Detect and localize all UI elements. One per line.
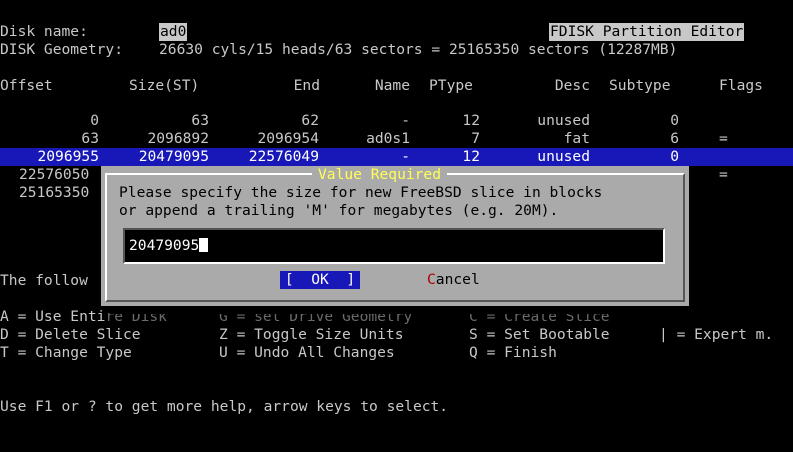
cmd-finish: Q = Finish xyxy=(469,344,557,361)
fdisk-screen: Disk name: ad0 FDISK Partition Editor DI… xyxy=(0,0,793,437)
table-header: Offset Size(ST) End Name PType Desc Subt… xyxy=(0,77,793,95)
cmd-delete-slice: D = Delete Slice xyxy=(0,326,141,343)
cell-size: 20479095 xyxy=(138,148,209,165)
cell-offset: 25165350 xyxy=(19,184,90,201)
help-text: Use F1 or ? to get more help, arrow keys… xyxy=(0,398,449,415)
cell-name: - xyxy=(401,148,410,165)
cmd-set-bootable: S = Set Bootable xyxy=(469,326,610,343)
follow-text: The follow xyxy=(0,272,88,289)
header-row-1: Disk name: ad0 FDISK Partition Editor xyxy=(0,23,793,41)
help-row: Use F1 or ? to get more help, arrow keys… xyxy=(0,398,793,416)
value-required-dialog: Value Required Please specify the size f… xyxy=(101,166,689,306)
cell-end: 2096954 xyxy=(257,130,319,147)
cell-ptype: 12 xyxy=(462,112,480,129)
command-row-3: T = Change Type U = Undo All Changes Q =… xyxy=(0,344,793,362)
cell-end: 22576049 xyxy=(248,148,319,165)
cell-subtype: 0 xyxy=(670,148,679,165)
cmd-expert-mode: | = Expert m. xyxy=(659,326,774,343)
col-ptype: PType xyxy=(429,77,473,94)
cancel-button[interactable]: Cancel xyxy=(427,271,480,289)
cell-desc: unused xyxy=(537,112,590,129)
cell-flags: = xyxy=(719,166,728,183)
cell-desc: fat xyxy=(563,130,590,147)
col-size: Size(ST) xyxy=(129,77,200,94)
disk-name-value: ad0 xyxy=(159,23,188,41)
col-name: Name xyxy=(374,77,410,94)
cell-desc: unused xyxy=(537,148,590,165)
cell-size: 2096892 xyxy=(147,130,209,147)
ok-button[interactable]: [ OK ] xyxy=(280,271,360,289)
col-desc: Desc xyxy=(554,77,590,94)
cell-flags: = xyxy=(719,130,728,147)
cell-offset: 2096955 xyxy=(37,148,99,165)
table-row[interactable]: 63 2096892 2096954 ad0s1 7 fat 6 = xyxy=(0,130,793,148)
cell-name: ad0s1 xyxy=(366,130,410,147)
col-subtype: Subtype xyxy=(609,77,671,94)
cell-ptype: 7 xyxy=(471,130,480,147)
text-cursor xyxy=(199,238,209,252)
cell-offset: 63 xyxy=(81,130,99,147)
cell-end: 62 xyxy=(301,112,319,129)
command-row-2: D = Delete Slice Z = Toggle Size Units S… xyxy=(0,326,793,344)
col-flags: Flags xyxy=(719,77,763,94)
cell-offset: 0 xyxy=(90,112,99,129)
cell-offset: 22576050 xyxy=(19,166,90,183)
col-offset: Offset xyxy=(0,77,53,94)
header-row-2: DISK Geometry: 26630 cyls/15 heads/63 se… xyxy=(0,41,793,59)
cell-name: - xyxy=(401,112,410,129)
table-row[interactable]: 0 63 62 - 12 unused 0 xyxy=(0,112,793,130)
col-end: End xyxy=(293,77,320,94)
editor-title: FDISK Partition Editor xyxy=(549,23,745,41)
cmd-undo-changes: U = Undo All Changes xyxy=(219,344,395,361)
cell-subtype: 6 xyxy=(670,130,679,147)
disk-name-label: Disk name: xyxy=(0,23,88,40)
size-input[interactable]: 20479095 xyxy=(123,228,665,264)
cmd-change-type: T = Change Type xyxy=(0,344,132,361)
size-input-value: 20479095 xyxy=(129,237,209,255)
dialog-prompt-line-2: or append a trailing 'M' for megabytes (… xyxy=(119,202,559,219)
geometry-value: 26630 cyls/15 heads/63 sectors = 2516535… xyxy=(159,41,678,58)
cell-ptype: 12 xyxy=(462,148,480,165)
dialog-title: Value Required xyxy=(312,166,448,184)
dialog-prompt-line-1: Please specify the size for new FreeBSD … xyxy=(119,184,603,201)
cmd-toggle-units: Z = Toggle Size Units xyxy=(219,326,404,343)
table-row-selected[interactable]: 2096955 20479095 22576049 - 12 unused 0 xyxy=(0,148,793,166)
geometry-label: DISK Geometry: xyxy=(0,41,124,58)
cell-subtype: 0 xyxy=(670,112,679,129)
cell-size: 63 xyxy=(191,112,209,129)
